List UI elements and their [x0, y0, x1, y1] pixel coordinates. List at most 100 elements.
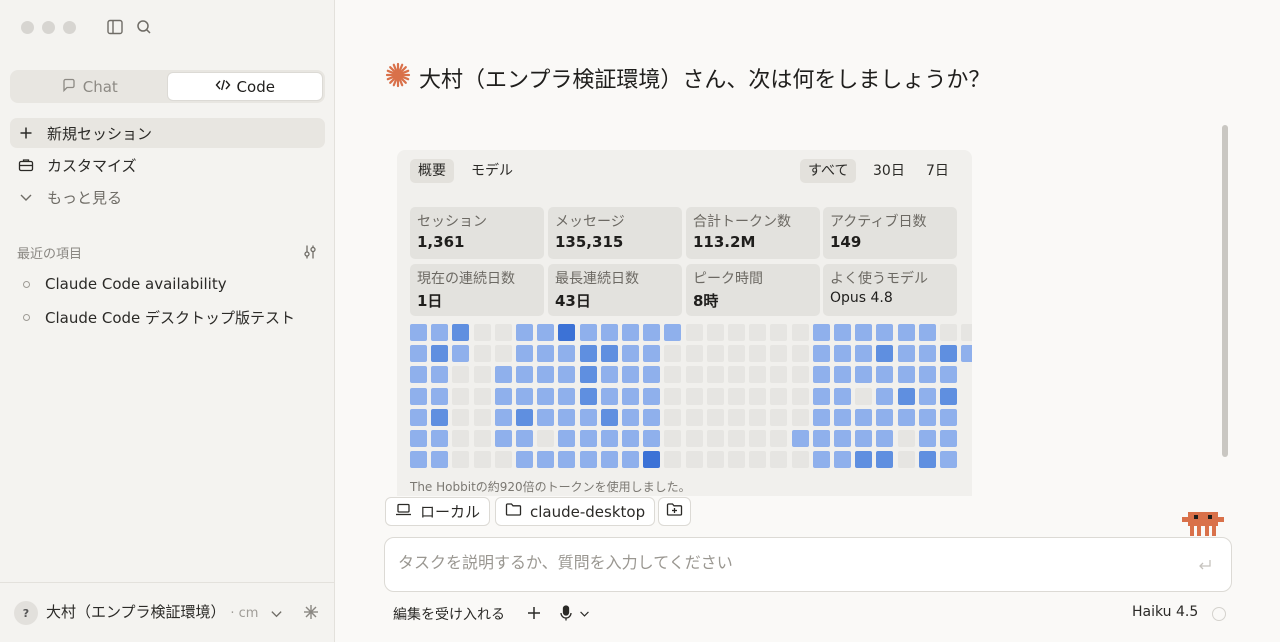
heatmap-cell	[876, 366, 893, 383]
environment-local-button[interactable]: ローカル	[385, 497, 491, 526]
scrollbar[interactable]	[1222, 125, 1228, 457]
heatmap-cell	[601, 409, 618, 426]
heatmap-cell	[855, 430, 872, 447]
heatmap-cell	[537, 324, 554, 341]
tab-models[interactable]: モデル	[463, 159, 521, 183]
stat-messages: メッセージ 135,315	[548, 207, 682, 259]
claude-logo-icon	[385, 62, 411, 94]
heatmap-cell	[855, 324, 872, 341]
project-label: claude-desktop	[530, 502, 646, 521]
recent-item[interactable]: Claude Code availability	[17, 271, 327, 297]
heatmap-cell	[855, 345, 872, 362]
stat-value: 113.2M	[693, 233, 756, 251]
tab-code-label: Code	[236, 77, 275, 96]
new-session-button[interactable]: 新規セッション	[10, 118, 325, 148]
laptop-icon	[395, 502, 412, 521]
heatmap-cell	[813, 366, 830, 383]
heatmap-cell	[431, 388, 448, 405]
heatmap-cell	[643, 324, 660, 341]
chevron-down-icon	[579, 607, 590, 623]
heatmap-cell	[664, 451, 681, 468]
heatmap-cell	[580, 388, 597, 405]
show-more-button[interactable]: もっと見る	[10, 182, 325, 212]
settings-spark-icon[interactable]	[302, 603, 320, 625]
heatmap-cell	[770, 345, 787, 362]
heatmap-cell	[728, 430, 745, 447]
heatmap-cell	[622, 345, 639, 362]
heatmap-cell	[452, 345, 469, 362]
heatmap-cell	[898, 388, 915, 405]
heatmap-cell	[940, 366, 957, 383]
heatmap-cell	[431, 409, 448, 426]
heatmap-cell	[919, 366, 936, 383]
chevron-down-icon[interactable]	[270, 605, 283, 624]
heatmap-cell	[834, 366, 851, 383]
minimize-window-button[interactable]	[42, 21, 55, 34]
tab-chat[interactable]: Chat	[12, 72, 167, 101]
heatmap-cell	[834, 430, 851, 447]
close-window-button[interactable]	[21, 21, 34, 34]
stat-value: 43日	[555, 292, 591, 310]
heatmap-cell	[876, 345, 893, 362]
tab-code[interactable]: Code	[166, 72, 323, 101]
heatmap-cell	[898, 324, 915, 341]
window-controls	[21, 21, 76, 34]
heatmap-cell	[580, 366, 597, 383]
prompt-box	[384, 537, 1232, 592]
enter-key-icon[interactable]	[1197, 557, 1213, 576]
tab-overview[interactable]: 概要	[410, 159, 454, 183]
heatmap-cell	[728, 451, 745, 468]
heatmap-cell	[558, 324, 575, 341]
heatmap-cell	[855, 451, 872, 468]
filter-sliders-icon[interactable]	[302, 244, 318, 264]
heatmap-cell	[580, 451, 597, 468]
heatmap-cell	[961, 345, 972, 362]
heatmap-cell	[898, 430, 915, 447]
project-folder-button[interactable]: claude-desktop	[495, 497, 656, 526]
model-label: Haiku 4.5	[1132, 604, 1199, 620]
heatmap-cell	[961, 324, 972, 341]
recent-item[interactable]: Claude Code デスクトップ版テスト	[17, 304, 327, 330]
stat-value: 1,361	[417, 233, 465, 251]
sidebar: Chat Code 新規セッション カスタマイズ もっと見る 最近の項目 Cla…	[0, 0, 335, 642]
add-folder-button[interactable]	[658, 497, 691, 526]
heatmap-cell	[707, 430, 724, 447]
maximize-window-button[interactable]	[63, 21, 76, 34]
customize-button[interactable]: カスタマイズ	[10, 150, 325, 180]
range-30d[interactable]: 30日	[865, 159, 913, 183]
show-more-label: もっと見る	[47, 188, 123, 207]
heatmap-cell	[940, 409, 957, 426]
heatmap-cell	[643, 409, 660, 426]
avatar[interactable]: ?	[14, 601, 38, 625]
heatmap-cell	[686, 388, 703, 405]
heatmap-cell	[516, 366, 533, 383]
add-attachment-button[interactable]	[527, 606, 541, 624]
heatmap-cell	[664, 430, 681, 447]
context-usage-ring[interactable]	[1212, 607, 1226, 621]
account-menu-button[interactable]: 大村（エンプラ検証環境） · cm	[46, 601, 261, 622]
heatmap-cell	[601, 366, 618, 383]
heatmap-cell	[474, 388, 491, 405]
heatmap-cell	[558, 345, 575, 362]
heatmap-cell	[580, 345, 597, 362]
accept-edits-toggle[interactable]: 編集を受け入れる	[393, 604, 505, 624]
heatmap-cell	[792, 345, 809, 362]
heatmap-cell	[876, 324, 893, 341]
code-icon	[215, 77, 231, 97]
heatmap-cell	[813, 451, 830, 468]
range-all[interactable]: すべて	[800, 159, 857, 183]
voice-input-button[interactable]	[559, 605, 590, 625]
search-icon[interactable]	[135, 18, 153, 36]
heatmap-cell	[749, 430, 766, 447]
model-selector[interactable]: Haiku 4.5	[1132, 604, 1198, 620]
stat-value: 149	[830, 233, 862, 251]
heatmap-cell	[643, 366, 660, 383]
range-7d[interactable]: 7日	[918, 159, 957, 183]
heatmap-cell	[919, 324, 936, 341]
prompt-input[interactable]	[398, 553, 1178, 572]
sidebar-toggle-icon[interactable]	[106, 18, 124, 36]
heatmap-cell	[792, 430, 809, 447]
heatmap-cell	[558, 366, 575, 383]
heatmap-cell	[813, 409, 830, 426]
stat-label: よく使うモデル	[830, 271, 928, 287]
